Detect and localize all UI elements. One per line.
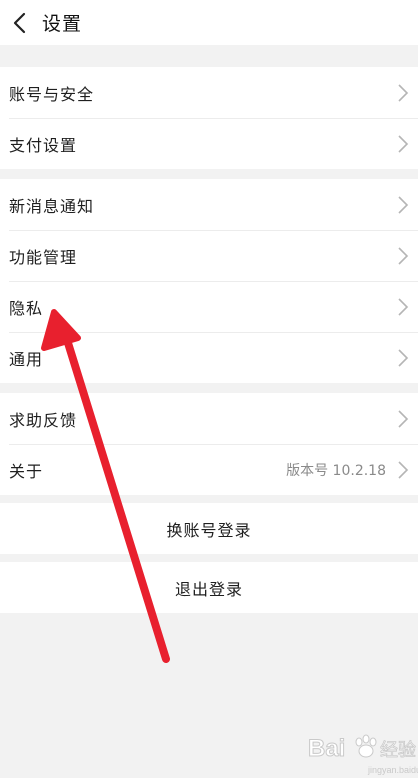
top-bar: 设置 [0, 0, 418, 45]
switch-account-label: 换账号登录 [166, 520, 252, 540]
chevron-right-icon [398, 298, 409, 316]
settings-item-feedback[interactable]: 求助反馈 [0, 393, 418, 444]
settings-item-features[interactable]: 功能管理 [0, 230, 418, 281]
logout-label: 退出登录 [174, 579, 243, 599]
paw-icon [355, 734, 377, 758]
settings-group-general: 新消息通知 功能管理 隐私 通用 [0, 179, 418, 383]
settings-group-help: 求助反馈 关于 版本号 10.2.18 [0, 393, 418, 495]
baidu-jingyan-watermark: Bai 经验 jingyan.baidu.com [268, 722, 418, 778]
settings-item-label: 隐私 [9, 298, 44, 318]
settings-item-label: 支付设置 [9, 135, 78, 155]
version-label: 版本号 10.2.18 [286, 462, 386, 479]
settings-item-label: 功能管理 [9, 247, 78, 267]
back-button[interactable] [2, 0, 36, 45]
chevron-right-icon [398, 349, 409, 367]
switch-account-button[interactable]: 换账号登录 [0, 503, 418, 554]
chevron-left-icon [13, 12, 26, 33]
chevron-right-icon [398, 461, 409, 479]
chevron-right-icon [398, 84, 409, 102]
settings-item-label: 账号与安全 [9, 84, 95, 104]
settings-item-general[interactable]: 通用 [0, 332, 418, 383]
chevron-right-icon [398, 135, 409, 153]
watermark-logo: Bai 经验 jingyan.baidu.com [308, 734, 418, 775]
logout-button[interactable]: 退出登录 [0, 562, 418, 613]
settings-item-notifications[interactable]: 新消息通知 [0, 179, 418, 230]
settings-item-label: 新消息通知 [9, 196, 95, 216]
watermark-url: jingyan.baidu.com [367, 765, 418, 775]
watermark-brand2: 经验 [380, 740, 416, 761]
settings-item-about[interactable]: 关于 版本号 10.2.18 [0, 444, 418, 495]
watermark-brand: Bai [308, 735, 345, 762]
chevron-right-icon [398, 247, 409, 265]
settings-item-label: 通用 [9, 349, 44, 369]
settings-item-account-security[interactable]: 账号与安全 [0, 67, 418, 118]
settings-item-label: 求助反馈 [9, 410, 78, 430]
page-title: 设置 [42, 13, 83, 35]
chevron-right-icon [398, 410, 409, 428]
settings-group-account: 账号与安全 支付设置 [0, 67, 418, 169]
settings-item-privacy[interactable]: 隐私 [0, 281, 418, 332]
chevron-right-icon [398, 196, 409, 214]
settings-item-label: 关于 [9, 461, 44, 481]
settings-item-payment[interactable]: 支付设置 [0, 118, 418, 169]
